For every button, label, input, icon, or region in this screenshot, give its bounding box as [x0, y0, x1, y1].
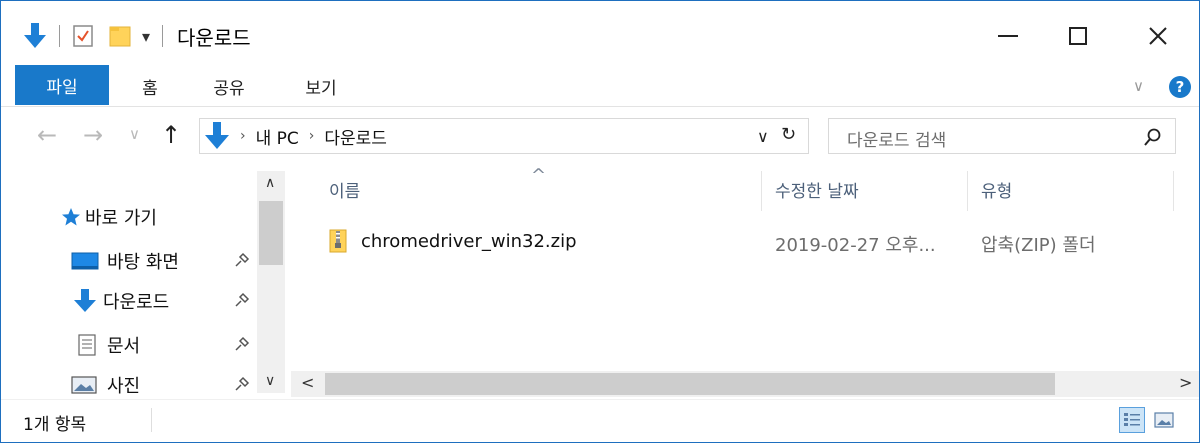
- refresh-icon[interactable]: ↻: [781, 124, 796, 145]
- file-explorer-window: ▾ 다운로드 파일 홈 공유 보기 ∨ ? ← → ∨ ↑ › 내 PC › 다…: [0, 0, 1200, 443]
- scroll-down-icon[interactable]: ∨: [265, 373, 275, 389]
- file-list: ^ 이름 수정한 날짜 유형 chromedriver_win32.zip 20…: [291, 165, 1199, 399]
- sidebar-item-label: 문서: [107, 336, 141, 357]
- desktop-icon: [71, 252, 99, 270]
- pin-icon[interactable]: [233, 291, 251, 309]
- search-icon[interactable]: [1144, 128, 1162, 146]
- download-arrow-icon: [74, 289, 96, 312]
- address-row: ← → ∨ ↑ › 내 PC › 다운로드 ∨ ↻ 다운로드 검색: [1, 107, 1199, 165]
- help-icon[interactable]: ?: [1169, 76, 1191, 98]
- breadcrumb-downloads[interactable]: 다운로드: [324, 124, 387, 149]
- help-glyph: ?: [1175, 78, 1185, 96]
- scrollbar-thumb[interactable]: [259, 201, 283, 265]
- pin-icon[interactable]: [233, 251, 251, 269]
- new-folder-icon[interactable]: [108, 24, 132, 48]
- file-modified-date: 2019-02-27 오후...: [775, 235, 936, 256]
- pictures-icon: [71, 376, 97, 394]
- large-icons-view-button[interactable]: [1151, 407, 1177, 433]
- back-button[interactable]: ←: [37, 121, 57, 149]
- document-icon: [78, 334, 96, 356]
- minimize-button[interactable]: [979, 13, 1037, 59]
- pin-icon[interactable]: [233, 335, 251, 353]
- sidebar-item-quick-access[interactable]: 바로 가기: [1, 197, 255, 237]
- search-placeholder: 다운로드 검색: [847, 131, 947, 151]
- tab-view[interactable]: 보기: [291, 69, 351, 103]
- status-bar: 1개 항목: [1, 399, 1199, 442]
- column-header-type[interactable]: 유형: [981, 177, 1012, 202]
- details-view-button[interactable]: [1119, 407, 1145, 433]
- download-arrow-icon[interactable]: [23, 22, 47, 50]
- breadcrumb-this-pc[interactable]: 내 PC: [256, 124, 299, 149]
- download-arrow-icon: [204, 121, 230, 151]
- file-type: 압축(ZIP) 폴더: [981, 235, 1096, 256]
- scroll-left-icon[interactable]: <: [301, 373, 314, 392]
- sidebar-item-label: 바탕 화면: [107, 252, 179, 273]
- recent-locations-button[interactable]: ∨: [129, 125, 140, 143]
- sidebar-item-desktop[interactable]: 바탕 화면: [1, 241, 255, 281]
- pin-icon[interactable]: [233, 375, 251, 393]
- scroll-up-icon[interactable]: ∧: [265, 175, 275, 191]
- sidebar-item-downloads[interactable]: 다운로드: [1, 281, 255, 321]
- close-icon: [1149, 27, 1167, 45]
- column-divider[interactable]: [761, 171, 762, 211]
- address-dropdown-icon[interactable]: ∨: [757, 127, 769, 146]
- horizontal-scrollbar[interactable]: < >: [291, 371, 1199, 397]
- ribbon-collapse-icon[interactable]: ∨: [1133, 77, 1144, 95]
- toolbar-divider: [162, 25, 164, 47]
- properties-check-icon[interactable]: [72, 24, 94, 48]
- column-header-name[interactable]: 이름: [329, 177, 360, 202]
- quick-access-toolbar: ▾ 다운로드: [23, 21, 251, 51]
- window-title: 다운로드: [177, 25, 251, 50]
- column-divider[interactable]: [967, 171, 968, 211]
- zip-folder-icon: [329, 229, 347, 253]
- sort-indicator-icon: ^: [531, 165, 547, 186]
- sidebar-item-label: 다운로드: [103, 292, 170, 313]
- minimize-icon: [998, 35, 1018, 37]
- table-row[interactable]: chromedriver_win32.zip 2019-02-27 오후... …: [319, 221, 1189, 261]
- maximize-button[interactable]: [1049, 13, 1107, 59]
- file-name: chromedriver_win32.zip: [361, 231, 577, 252]
- sidebar-item-label: 사진: [107, 376, 141, 397]
- tab-home[interactable]: 홈: [131, 69, 169, 103]
- ribbon-tabs: 파일 홈 공유 보기 ∨ ?: [1, 63, 1199, 107]
- close-button[interactable]: [1129, 13, 1187, 59]
- column-header-modified[interactable]: 수정한 날짜: [775, 177, 859, 202]
- item-count: 1개 항목: [23, 415, 87, 435]
- status-divider: [151, 408, 152, 432]
- sidebar-item-documents[interactable]: 문서: [1, 325, 255, 365]
- star-icon: [62, 208, 80, 226]
- title-bar: ▾ 다운로드: [1, 1, 1199, 63]
- navigation-scrollbar[interactable]: ∧ ∨: [257, 171, 285, 393]
- scrollbar-thumb[interactable]: [325, 373, 1055, 395]
- breadcrumb-separator: ›: [308, 128, 315, 144]
- forward-button[interactable]: →: [83, 121, 103, 149]
- tab-share[interactable]: 공유: [199, 69, 259, 103]
- maximize-icon: [1069, 27, 1087, 45]
- sidebar-item-label: 바로 가기: [85, 208, 157, 229]
- large-icons-view-icon: [1154, 412, 1174, 428]
- search-box[interactable]: 다운로드 검색: [828, 118, 1176, 154]
- address-bar[interactable]: › 내 PC › 다운로드: [199, 118, 809, 154]
- tab-file[interactable]: 파일: [15, 65, 109, 105]
- scroll-right-icon[interactable]: >: [1179, 373, 1192, 392]
- customize-dropdown-icon[interactable]: ▾: [142, 27, 150, 46]
- navigation-pane: 바로 가기 바탕 화면 다운로드 문서 사진 ∧ ∨: [1, 165, 291, 399]
- toolbar-divider: [59, 25, 60, 47]
- details-view-icon: [1124, 413, 1140, 426]
- breadcrumb-separator: ›: [240, 128, 246, 144]
- up-button[interactable]: ↑: [161, 121, 181, 149]
- column-divider[interactable]: [1173, 171, 1174, 211]
